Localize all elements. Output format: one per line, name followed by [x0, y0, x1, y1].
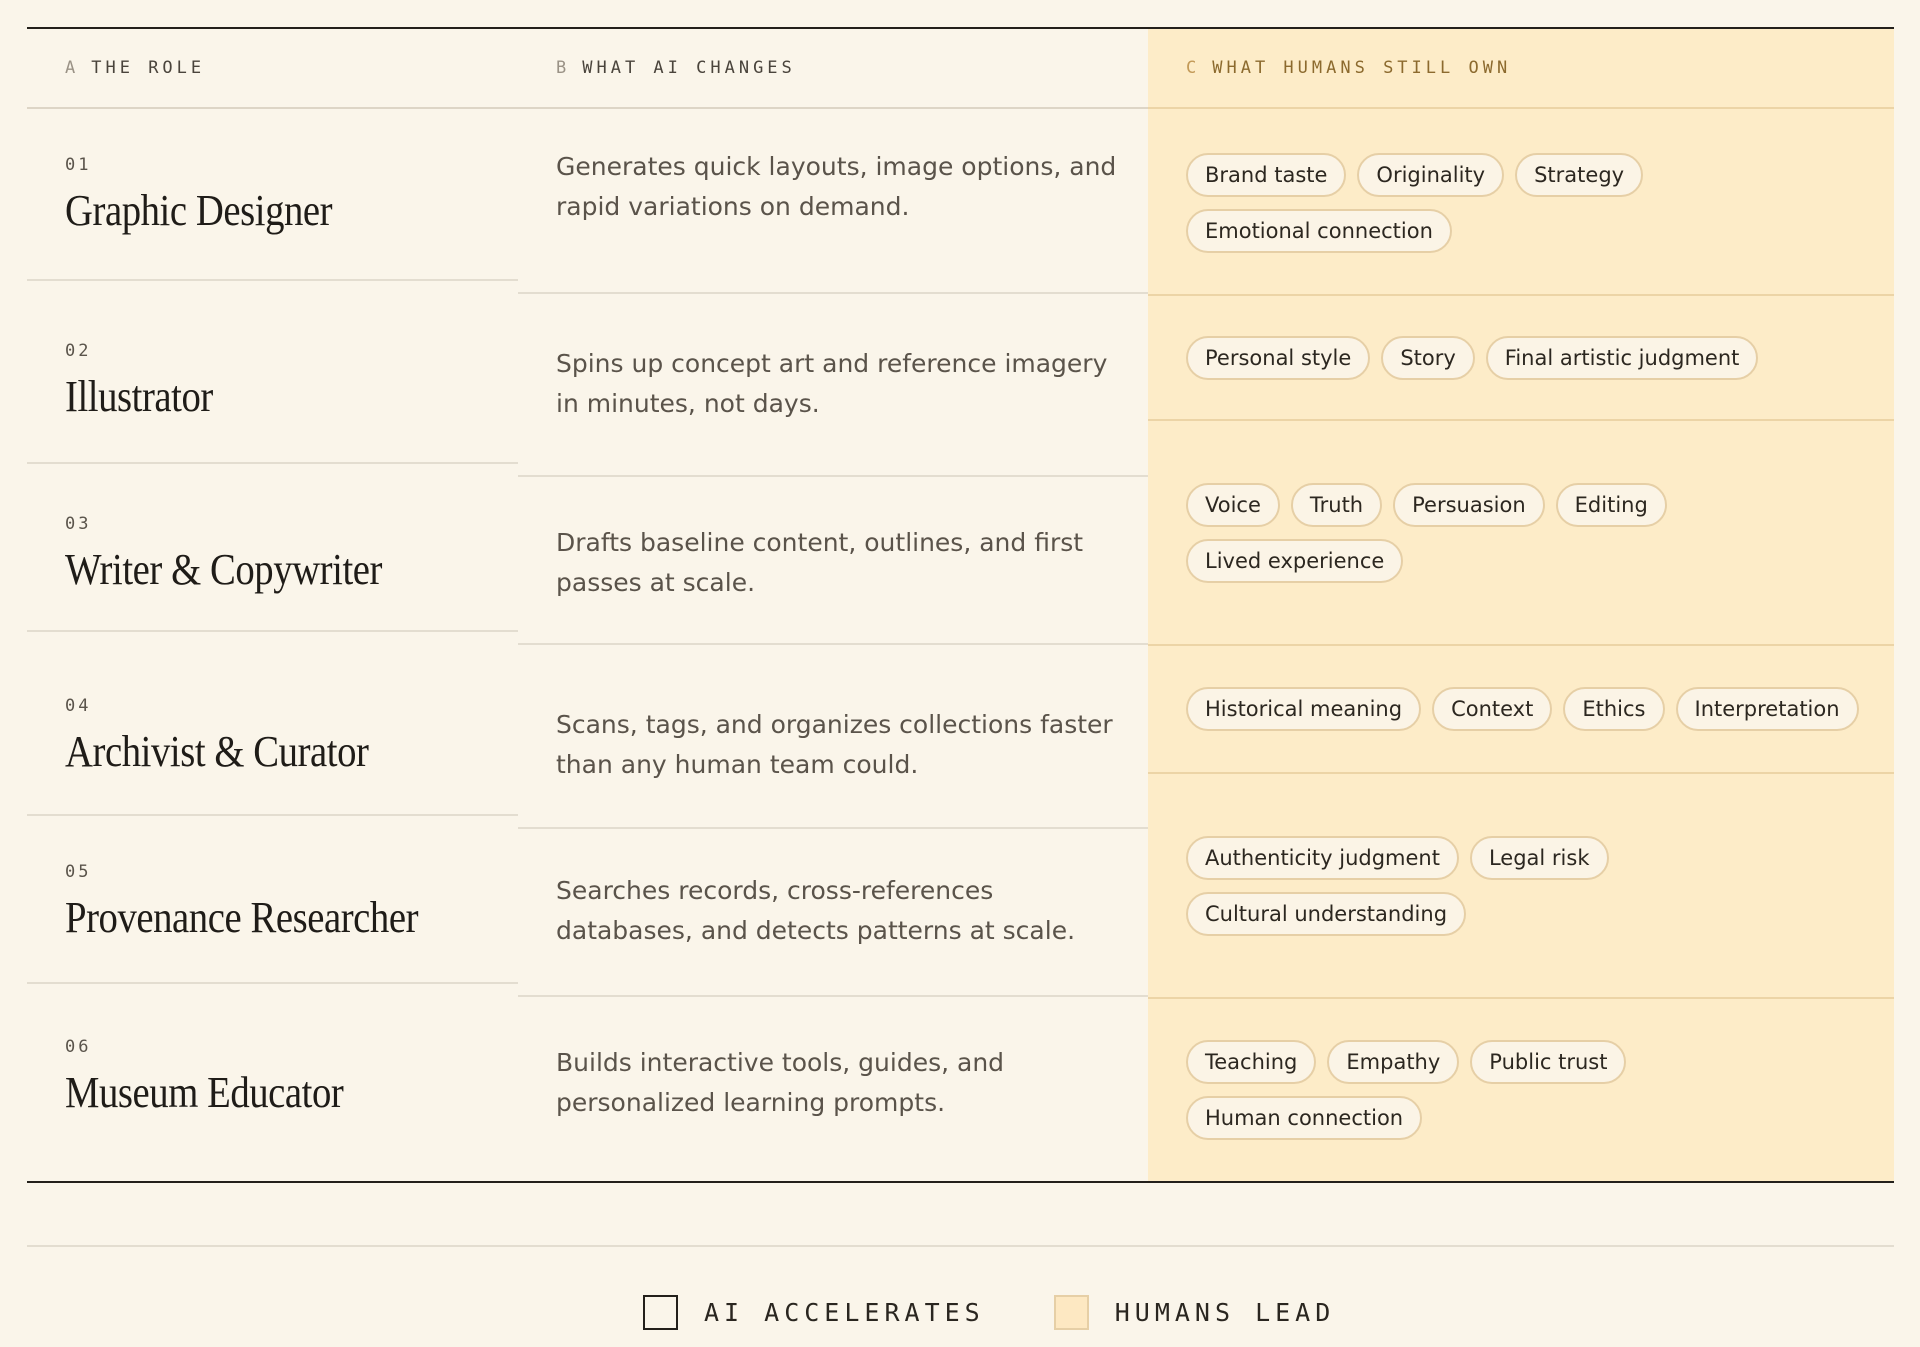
skill-tag: Story [1381, 335, 1475, 380]
skill-tag: Final artistic judgment [1485, 335, 1759, 380]
role-cell: 03 Writer & Copywriter [27, 464, 518, 632]
skill-tag: Ethics [1563, 687, 1665, 731]
skill-tag: Historical meaning [1186, 687, 1422, 731]
skill-tag: Lived experience [1186, 538, 1404, 583]
bottom-rule [27, 1181, 1894, 1183]
column-letter: C [1186, 58, 1201, 78]
skill-tag: Legal risk [1469, 835, 1609, 880]
role-title: Writer & Copywriter [65, 545, 382, 594]
ai-change-cell: Builds interactive tools, guides, and pe… [556, 1048, 1005, 1117]
role-number: 06 [65, 1037, 92, 1057]
role-title: Illustrator [65, 372, 213, 421]
human-skills-cell: Personal style Story Final artistic judgme… [1148, 296, 1894, 421]
skill-tag: Brand taste [1186, 152, 1347, 197]
column-label: WHAT HUMANS STILL OWN [1212, 58, 1512, 78]
human-skills-cell: Authenticity judgment Legal risk Cultural … [1148, 774, 1894, 999]
ai-change-cell: Spins up concept art and reference image… [518, 294, 1148, 477]
ai-change-cell: Drafts baseline content, outlines, and f… [518, 477, 1148, 645]
column-header-role: A THE ROLE [27, 29, 518, 109]
column-letter: B [556, 58, 571, 78]
role-number: 01 [65, 155, 92, 175]
comparison-section: A THE ROLE B WHAT AI CHANGES C WHAT HUMANS … [27, 27, 1894, 1330]
skill-tag: Empathy [1327, 1040, 1460, 1084]
skill-tag: Context [1432, 687, 1553, 731]
legend-item-humans: HUMANS LEAD [1053, 1295, 1336, 1330]
role-title: Provenance Researcher [65, 893, 419, 942]
column-header-ai-changes: B WHAT AI CHANGES [518, 29, 1148, 109]
skill-tag: Public trust [1470, 1040, 1627, 1084]
skill-tag: Originality [1357, 152, 1505, 197]
legend: AI ACCELERATES HUMANS LEAD [643, 1295, 1335, 1330]
legend-swatch-ai [643, 1295, 678, 1330]
role-number: 05 [65, 862, 92, 882]
skill-tag: Authenticity judgment [1186, 835, 1459, 880]
ai-change-cell: Searches records, cross-references datab… [518, 829, 1148, 997]
skill-tag: Emotional connection [1186, 208, 1452, 253]
column-label: THE ROLE [91, 58, 206, 78]
skill-tag: Interpretation [1675, 687, 1859, 731]
human-skills-cell: Historical meaning Context Ethics Interpret… [1148, 646, 1894, 774]
role-number: 03 [65, 514, 92, 534]
skill-tag: Editing [1555, 482, 1667, 527]
legend-swatch-humans [1053, 1295, 1089, 1330]
ai-change-cell: Scans, tags, and organizes collections f… [518, 645, 1148, 829]
skill-tag: Teaching [1186, 1040, 1317, 1084]
role-cell: 02 Illustrator [27, 281, 518, 464]
role-cell: 06 Museum Educator [27, 984, 518, 1187]
role-cell: 01 Graphic Designer [27, 111, 518, 281]
legend-label-ai: AI ACCELERATES [704, 1298, 985, 1327]
column-label: WHAT AI CHANGES [582, 58, 796, 78]
skill-tag: Voice [1186, 482, 1280, 527]
skill-tag: Truth [1290, 482, 1383, 527]
skill-tag: Persuasion [1393, 482, 1545, 527]
legend-item-ai: AI ACCELERATES [643, 1295, 985, 1330]
skill-tag: Cultural understanding [1186, 891, 1467, 936]
role-title: Museum Educator [65, 1068, 344, 1117]
column-header-humans-own: C WHAT HUMANS STILL OWN [1148, 29, 1894, 109]
role-cell: 05 Provenance Researcher [27, 816, 518, 984]
column-letter: A [65, 58, 80, 78]
human-skills-cell: Voice Truth Persuasion Editing Lived experie… [1148, 421, 1894, 646]
roles-table: A THE ROLE B WHAT AI CHANGES C WHAT HUMANS … [27, 29, 1894, 1183]
role-number: 04 [65, 696, 92, 716]
legend-label-humans: HUMANS LEAD [1114, 1298, 1336, 1327]
role-number: 02 [65, 341, 92, 361]
skill-tag: Personal style [1186, 335, 1371, 380]
human-skills-cell: Brand taste Originality Strategy Emotional … [1148, 111, 1894, 296]
role-cell: 04 Archivist & Curator [27, 632, 518, 816]
skill-tag: Strategy [1515, 152, 1644, 197]
role-title: Archivist & Curator [65, 727, 369, 776]
ai-change-cell: Generates quick layouts, image options, … [518, 111, 1148, 294]
skill-tag: Human connection [1186, 1096, 1423, 1140]
human-skills-cell: Teaching Empathy Public trust Human connect… [1148, 999, 1894, 1181]
role-title: Graphic Designer [65, 186, 333, 235]
footer-divider [27, 1245, 1894, 1247]
